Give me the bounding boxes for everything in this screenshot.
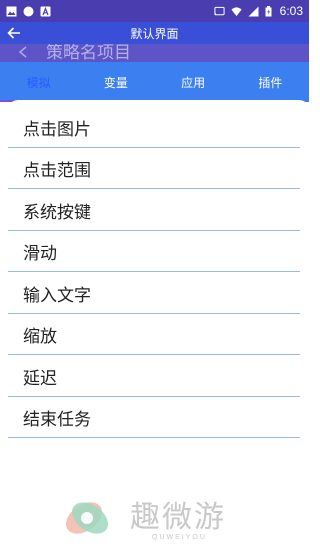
list-item-delay[interactable]: 延迟 (8, 356, 300, 397)
list-item-system-key[interactable]: 系统按键 (8, 190, 300, 231)
battery-icon (265, 5, 272, 16)
options-sheet: 点击图片 点击范围 系统按键 滑动 输入文字 缩放 延迟 结束任务 (8, 100, 309, 550)
circle-icon (23, 6, 34, 16)
background-title: 策略名项目 (46, 44, 131, 62)
wifi-icon (231, 6, 242, 16)
page-title: 默认界面 (130, 26, 179, 41)
watermark-text: 趣微游 (130, 500, 226, 535)
status-left-icons (6, 6, 51, 17)
tab-plugins[interactable]: 插件 (232, 62, 309, 102)
signal-icon (248, 6, 259, 16)
tab-bar: 模拟 变量 应用 插件 (0, 62, 309, 102)
watermark: 趣微游 QUWEIYOU (60, 490, 260, 546)
chevron-left-icon (18, 46, 27, 58)
background-header: 策略名项目 (0, 44, 309, 62)
list-item-input-text[interactable]: 输入文字 (8, 273, 300, 314)
cast-icon (214, 6, 225, 15)
tab-simulate[interactable]: 模拟 (0, 62, 78, 102)
list-item-end-task[interactable]: 结束任务 (8, 397, 300, 438)
watermark-logo-icon (65, 502, 109, 534)
tab-apps[interactable]: 应用 (155, 62, 232, 102)
status-bar: 6:03 (0, 0, 309, 22)
image-icon (6, 6, 17, 16)
tab-variables[interactable]: 变量 (77, 62, 154, 102)
status-right-icons: 6:03 (214, 4, 303, 18)
list-item-click-image[interactable]: 点击图片 (8, 107, 300, 148)
watermark-subtext: QUWEIYOU (152, 534, 207, 541)
status-time: 6:03 (279, 4, 303, 18)
list-item-swipe[interactable]: 滑动 (8, 231, 300, 272)
list-item-zoom[interactable]: 缩放 (8, 314, 300, 355)
list-item-click-range[interactable]: 点击范围 (8, 148, 300, 189)
a-badge-icon (40, 6, 51, 16)
arrow-left-icon[interactable] (6, 25, 22, 41)
app-bar: 默认界面 (0, 22, 309, 44)
